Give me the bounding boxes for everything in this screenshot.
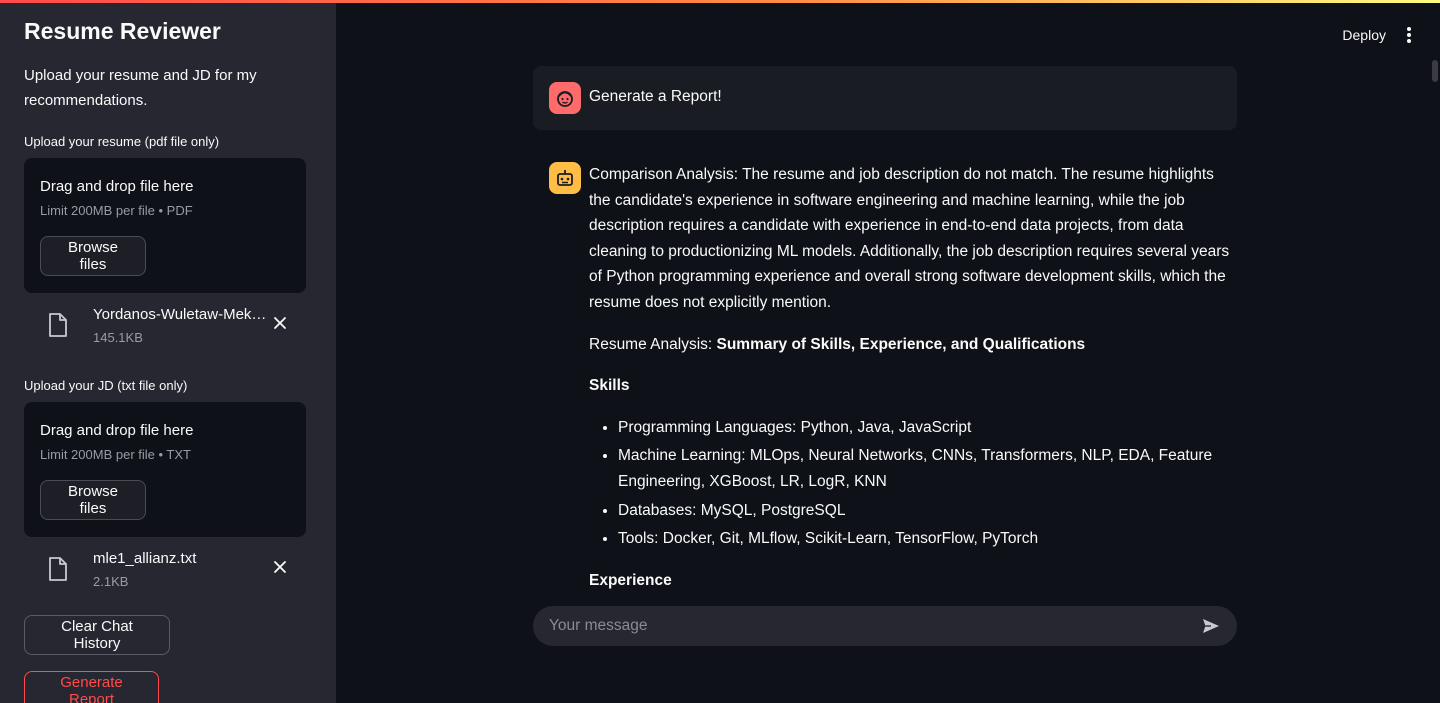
dropzone-limit: Limit 200MB per file • TXT: [40, 447, 191, 462]
jd-browse-button[interactable]: Browse files: [40, 480, 146, 520]
user-face-icon: [557, 91, 573, 107]
experience-heading: Experience: [589, 571, 672, 589]
skills-heading: Skills: [589, 377, 630, 395]
sidebar: Resume Reviewer Upload your resume and J…: [0, 0, 336, 703]
resume-analysis-prefix: Resume Analysis:: [589, 335, 717, 353]
file-icon: [49, 313, 67, 337]
jd-dropzone[interactable]: Drag and drop file here Limit 200MB per …: [24, 402, 306, 537]
clear-chat-history-button[interactable]: Clear Chat History: [24, 615, 170, 655]
jd-uploaded-file: mle1_allianz.txt 2.1KB: [24, 537, 306, 599]
scrollbar-thumb[interactable]: [1432, 60, 1438, 82]
resume-dropzone[interactable]: Drag and drop file here Limit 200MB per …: [24, 158, 306, 293]
comparison-analysis-text: Comparison Analysis: The resume and job …: [589, 166, 1230, 311]
robot-icon: [557, 170, 573, 186]
skills-list: Programming Languages: Python, Java, Jav…: [589, 415, 1234, 552]
uploaded-file-name: Yordanos-Wuletaw-Mek…: [93, 306, 267, 323]
resume-uploaded-file: Yordanos-Wuletaw-Mek… 145.1KB: [24, 293, 306, 355]
header-actions: Deploy: [1342, 26, 1412, 44]
top-decoration-bar: [0, 0, 1440, 3]
sidebar-description: Upload your resume and JD for my recomme…: [24, 67, 257, 109]
resume-analysis-title: Summary of Skills, Experience, and Quali…: [716, 335, 1086, 353]
list-item: Programming Languages: Python, Java, Jav…: [618, 415, 1234, 441]
resume-analysis-line: Resume Analysis: Summary of Skills, Expe…: [589, 332, 1234, 358]
dropzone-title: Drag and drop file here: [40, 422, 194, 439]
list-item: Tools: Docker, Git, MLflow, Scikit-Learn…: [618, 526, 1234, 552]
send-icon[interactable]: [1201, 616, 1221, 636]
assistant-avatar: [549, 162, 581, 194]
uploaded-file-name: mle1_allianz.txt: [93, 550, 197, 567]
dropzone-limit: Limit 200MB per file • PDF: [40, 203, 193, 218]
user-avatar: [549, 82, 581, 114]
file-icon: [49, 557, 67, 581]
user-message-text: Generate a Report!: [589, 88, 722, 105]
list-item: Machine Learning: MLOps, Neural Networks…: [618, 443, 1234, 494]
jd-upload-label: Upload your JD (txt file only): [24, 378, 188, 393]
user-chat-message: Generate a Report!: [533, 66, 1237, 130]
generate-report-button[interactable]: Generate Report: [24, 671, 159, 703]
uploaded-file-size: 145.1KB: [93, 330, 143, 345]
deploy-button[interactable]: Deploy: [1342, 27, 1386, 43]
resume-upload-label: Upload your resume (pdf file only): [24, 134, 220, 149]
remove-file-icon[interactable]: [272, 559, 288, 575]
chat-message-input[interactable]: [549, 617, 1201, 635]
uploaded-file-size: 2.1KB: [93, 574, 129, 589]
remove-file-icon[interactable]: [272, 315, 288, 331]
kebab-menu-icon[interactable]: [1406, 26, 1412, 44]
resume-browse-button[interactable]: Browse files: [40, 236, 146, 276]
list-item: Databases: MySQL, PostgreSQL: [618, 498, 1234, 524]
sidebar-title: Resume Reviewer: [24, 18, 221, 44]
dropzone-title: Drag and drop file here: [40, 178, 194, 195]
assistant-chat-message: Comparison Analysis: The resume and job …: [589, 162, 1234, 609]
chat-input-bar: [533, 606, 1237, 646]
